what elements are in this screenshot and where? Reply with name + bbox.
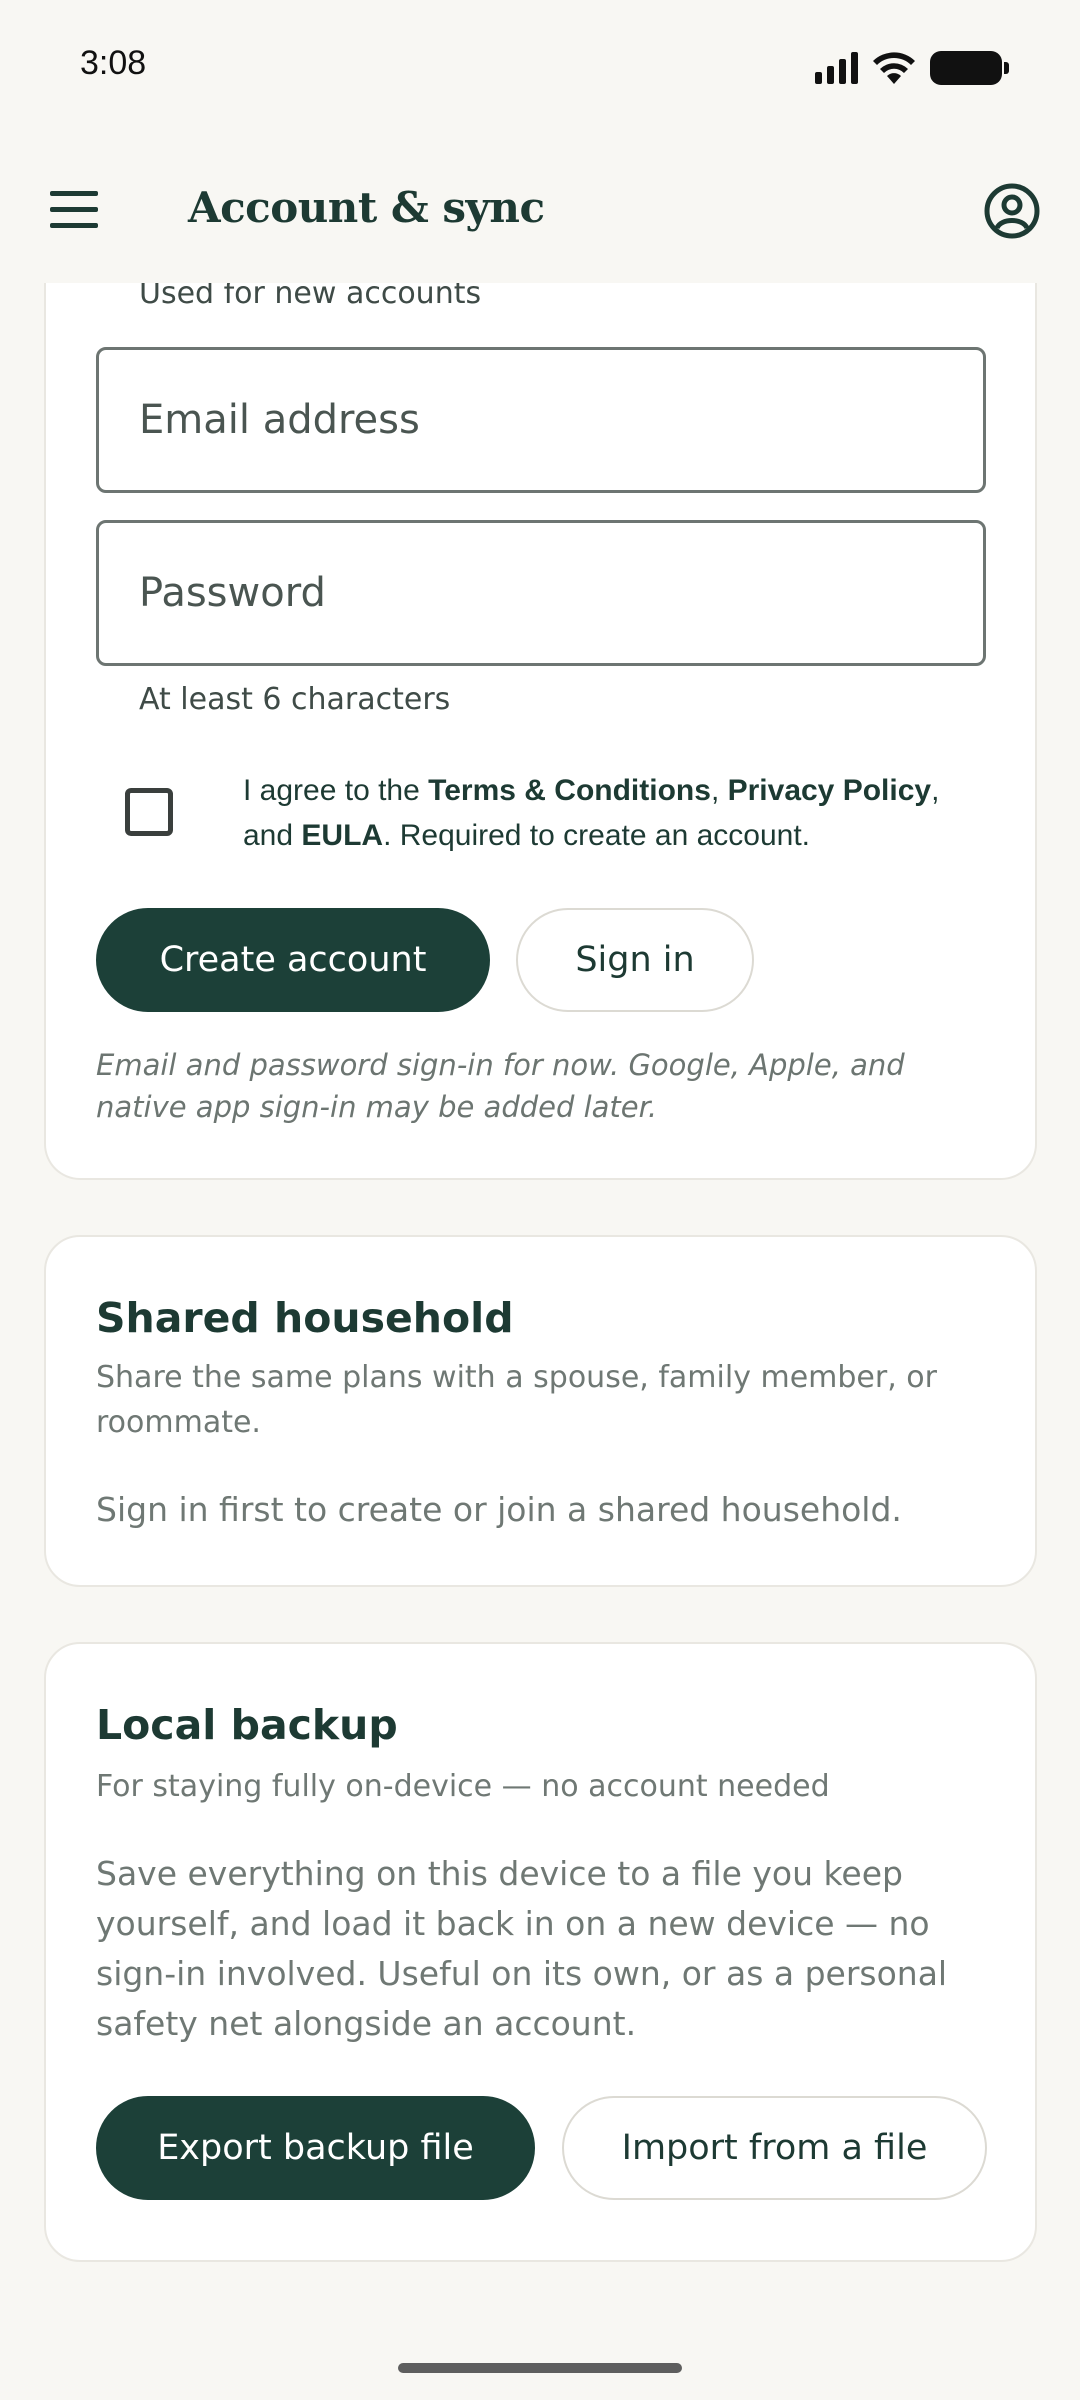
password-input[interactable] <box>99 523 983 663</box>
agree-text: I agree to the Terms & Conditions, Priva… <box>243 774 940 852</box>
password-field[interactable] <box>96 520 986 666</box>
status-bar: 3:08 <box>0 0 1080 135</box>
screen: 3:08 Account & sync Used for new account… <box>0 0 1080 2400</box>
status-icons <box>815 48 1009 88</box>
terms-link[interactable]: Terms & Conditions <box>428 774 711 807</box>
eula-link[interactable]: EULA <box>301 819 383 852</box>
shared-household-card: Shared household Share the same plans wi… <box>44 1235 1037 1587</box>
agree-checkbox[interactable] <box>125 788 173 836</box>
page-title: Account & sync <box>188 183 545 232</box>
menu-button[interactable] <box>50 191 98 228</box>
local-backup-card: Local backup For staying fully on-device… <box>44 1642 1037 2262</box>
backup-subtitle: For staying fully on-device — no account… <box>96 1769 830 1804</box>
import-file-button[interactable]: Import from a file <box>562 2096 987 2200</box>
home-indicator[interactable] <box>398 2363 682 2373</box>
wifi-icon <box>873 52 915 84</box>
backup-body: Save everything on this device to a file… <box>96 1854 948 2043</box>
email-input[interactable] <box>99 350 983 490</box>
hamburger-menu-icon <box>50 191 98 196</box>
battery-icon <box>930 51 1009 85</box>
profile-button[interactable] <box>984 183 1040 239</box>
account-circle-icon <box>984 183 1040 239</box>
sign-in-button[interactable]: Sign in <box>516 908 754 1012</box>
cellular-signal-icon <box>815 52 858 84</box>
email-field[interactable] <box>96 347 986 493</box>
backup-title: Local backup <box>96 1701 398 1749</box>
privacy-policy-link[interactable]: Privacy Policy <box>728 774 931 807</box>
status-time: 3:08 <box>80 44 147 82</box>
household-subtitle: Share the same plans with a spouse, fami… <box>96 1360 937 1440</box>
app-bar: Account & sync <box>0 135 1080 283</box>
create-account-button[interactable]: Create account <box>96 908 490 1012</box>
export-backup-button[interactable]: Export backup file <box>96 2096 535 2200</box>
household-body: Sign in first to create or join a shared… <box>96 1490 902 1529</box>
household-title: Shared household <box>96 1294 514 1342</box>
password-helper-text: At least 6 characters <box>139 682 451 717</box>
account-card: Used for new accounts At least 6 charact… <box>44 200 1037 1180</box>
sign-in-note: Email and password sign-in for now. Goog… <box>96 1048 905 1124</box>
